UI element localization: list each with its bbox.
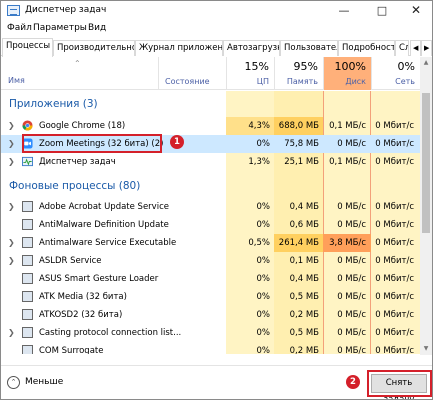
column-cpu[interactable]: 15% ЦП [226,57,274,90]
tab-users[interactable]: Пользователи [280,40,338,56]
task-manager-icon [22,156,33,167]
window-title: Диспетчер задач [25,5,107,15]
process-row-background[interactable]: AntiMalware Definition Update 0% 0,6 МБ … [1,216,420,234]
task-manager-window: Диспетчер задач — □ ✕ Файл Параметры Вид… [0,0,433,400]
highlight-box-end-task [367,370,432,397]
section-apps: Приложения (3) [9,98,98,110]
tab-services[interactable]: Сл [395,40,409,56]
vertical-scrollbar[interactable]: ▲ ▼ [420,57,432,355]
tab-performance[interactable]: Производительность [53,40,135,56]
service-icon [22,327,33,338]
process-row-background[interactable]: ❯ Casting protocol connection list... 0%… [1,324,420,342]
process-row-background[interactable]: ❯ Adobe Acrobat Update Service 0% 0,4 МБ… [1,198,420,216]
app-window-icon [22,291,33,302]
process-row-background[interactable]: ❯ ASLDR Service 0% 0,1 МБ 0 МБ/с 0 Мбит/… [1,252,420,270]
chevron-right-icon[interactable]: ❯ [8,157,15,166]
scroll-up-icon[interactable]: ▲ [420,57,432,69]
column-name[interactable]: Имя [8,76,25,85]
close-button[interactable]: ✕ [399,1,432,21]
tab-details[interactable]: Подробности [338,40,395,56]
service-icon [22,201,33,212]
fewer-details-link[interactable]: Меньше [25,377,63,387]
tab-scroll-right-icon[interactable]: ▶ [421,40,432,56]
tab-processes[interactable]: Процессы [2,38,53,57]
process-row-background[interactable]: ATK Media (32 бита) 0% 0,5 МБ 0 МБ/с 0 М… [1,288,420,306]
chevron-right-icon[interactable]: ❯ [8,139,15,148]
process-row-background[interactable]: ASUS Smart Gesture Loader 0% 0,4 МБ 0 МБ… [1,270,420,288]
process-row-background[interactable]: ❯ Antimalware Service Executable 0,5% 26… [1,234,420,252]
maximize-button[interactable]: □ [365,1,399,21]
sort-chevron-icon: ⌃ [74,59,81,68]
process-row-task-manager[interactable]: ❯ Диспетчер задач 1,3% 25,1 МБ 0,1 МБ/с … [1,153,420,171]
service-icon [22,219,33,230]
annotation-badge-2: 2 [346,375,360,389]
menu-file[interactable]: Файл [7,23,32,33]
collapse-up-icon[interactable]: ⌃ [7,376,20,389]
app-window-icon [22,309,33,320]
column-memory[interactable]: 95% Память [274,57,323,90]
process-list: Приложения (3) ❯ Google Chrome (18) 4,3%… [1,91,420,354]
tab-scroll-left-icon[interactable]: ◀ [410,40,421,56]
chevron-right-icon[interactable]: ❯ [8,328,15,337]
menu-view[interactable]: Вид [88,23,106,33]
process-row-chrome[interactable]: ❯ Google Chrome (18) 4,3% 688,0 МБ 0,1 М… [1,117,420,135]
process-row-background[interactable]: COM Surrogate 0% 0,2 МБ 0 МБ/с 0 Мбит/с [1,342,420,354]
column-header: ⌃ Имя Состояние 15% ЦП 95% Память 100% Д… [1,57,432,90]
chrome-icon [22,120,33,131]
column-status[interactable]: Состояние [158,57,226,90]
scroll-thumb[interactable] [422,93,430,233]
task-manager-app-icon [7,5,20,16]
annotation-badge-1: 1 [170,135,184,149]
menu-options[interactable]: Параметры [33,23,87,33]
app-window-icon [22,345,33,354]
service-icon [22,237,33,248]
highlight-box-zoom [22,134,162,153]
column-disk[interactable]: 100% Диск [323,57,371,90]
column-network[interactable]: 0% Сеть [371,57,420,90]
chevron-right-icon[interactable]: ❯ [8,256,15,265]
service-icon [22,255,33,266]
menu-bar: Файл Параметры Вид [1,22,432,37]
tab-strip: Процессы Производительность Журнал прило… [1,38,432,57]
tab-app-history[interactable]: Журнал приложений [135,40,223,56]
section-background: Фоновые процессы (80) [9,180,141,192]
chevron-right-icon[interactable]: ❯ [8,121,15,130]
tab-startup[interactable]: Автозагрузка [223,40,280,56]
minimize-button[interactable]: — [327,1,361,21]
chevron-right-icon[interactable]: ❯ [8,202,15,211]
scroll-down-icon[interactable]: ▼ [420,343,432,355]
chevron-right-icon[interactable]: ❯ [8,238,15,247]
app-window-icon [22,273,33,284]
title-bar: Диспетчер задач — □ ✕ [1,1,432,21]
process-row-background[interactable]: ATKOSD2 (32 бита) 0% 0,2 МБ 0 МБ/с 0 Мби… [1,306,420,324]
